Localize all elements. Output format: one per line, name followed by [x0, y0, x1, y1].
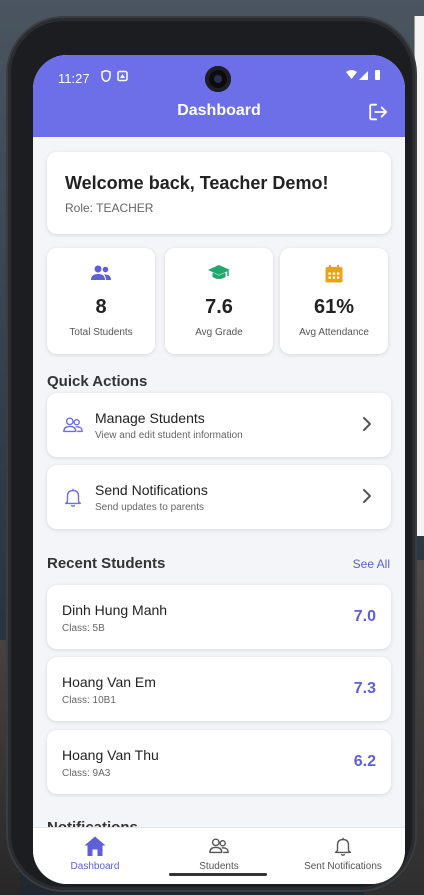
send-notifications-button[interactable]: Send Notifications Send updates to paren… [47, 465, 391, 529]
bell-outline-icon [334, 837, 352, 856]
student-name: Hoang Van Thu [62, 747, 159, 763]
chevron-right-icon [363, 417, 371, 431]
action-subtitle: Send updates to parents [95, 502, 204, 513]
chevron-right-icon [363, 489, 371, 503]
student-name: Hoang Van Em [62, 674, 156, 690]
quick-actions-heading: Quick Actions [47, 373, 148, 390]
action-title: Send Notifications [95, 482, 208, 498]
nav-label: Dashboard [70, 861, 120, 872]
student-grade: 7.3 [353, 680, 376, 697]
app-header: 11:27 Dashboard [33, 55, 405, 137]
stat-value: 8 [95, 296, 107, 318]
home-icon [84, 836, 106, 856]
stat-card-avg-grade: 7.6 Avg Grade [165, 248, 273, 354]
student-card[interactable]: Hoang Van Em Class: 10B1 7.3 [47, 657, 391, 721]
student-card[interactable]: Dinh Hung Manh Class: 5B 7.0 [47, 585, 391, 649]
status-time: 11:27 [58, 71, 90, 86]
student-grade: 6.2 [353, 753, 376, 770]
stat-label: Total Students [69, 327, 133, 338]
calendar-icon [325, 265, 343, 283]
nav-label: Sent Notifications [304, 861, 382, 872]
student-class: Class: 10B1 [62, 695, 116, 706]
recent-students-heading: Recent Students [47, 555, 166, 572]
stat-value: 61% [313, 296, 355, 318]
student-class: Class: 9A3 [62, 768, 111, 779]
status-system-icons [345, 69, 383, 84]
welcome-card: Welcome back, Teacher Demo! Role: TEACHE… [47, 152, 391, 234]
student-name: Dinh Hung Manh [62, 602, 168, 618]
welcome-title: Welcome back, Teacher Demo! [65, 173, 329, 193]
action-subtitle: View and edit student information [95, 430, 243, 441]
bell-outline-icon [64, 488, 82, 507]
dashboard-content[interactable]: Welcome back, Teacher Demo! Role: TEACHE… [33, 137, 405, 884]
status-notification-icons [100, 69, 130, 85]
phone-frame: 11:27 Dashboard Welcome back, Teacher De… [8, 18, 415, 890]
graduation-cap-icon [208, 265, 230, 279]
app-screen: 11:27 Dashboard Welcome back, Teacher De… [33, 55, 405, 884]
wifi-signal-battery-icon [346, 70, 380, 80]
see-all-link[interactable]: See All [353, 557, 390, 571]
stat-label: Avg Grade [195, 327, 243, 338]
bottom-navigation: Dashboard Students Sent Notifications [33, 827, 405, 884]
background-window-edge [414, 16, 424, 536]
stat-label: Avg Attendance [299, 327, 369, 338]
front-camera [205, 66, 231, 92]
people-outline-icon [63, 417, 83, 433]
nav-sent-notifications[interactable]: Sent Notifications [281, 834, 405, 872]
gesture-home-indicator[interactable] [169, 873, 267, 876]
people-icon [91, 265, 111, 280]
shield-icon [101, 69, 128, 83]
nav-students[interactable]: Students [157, 834, 281, 872]
student-card[interactable]: Hoang Van Thu Class: 9A3 6.2 [47, 730, 391, 794]
stat-card-total-students: 8 Total Students [47, 248, 155, 354]
manage-students-button[interactable]: Manage Students View and edit student in… [47, 393, 391, 457]
action-title: Manage Students [95, 410, 205, 426]
user-role: Role: TEACHER [65, 201, 154, 215]
nav-dashboard[interactable]: Dashboard [33, 834, 157, 872]
student-class: Class: 5B [62, 623, 105, 634]
people-outline-icon [209, 838, 229, 854]
stat-card-avg-attendance: 61% Avg Attendance [280, 248, 388, 354]
logout-icon[interactable] [367, 101, 389, 123]
student-grade: 7.0 [353, 608, 376, 625]
page-title: Dashboard [177, 102, 261, 119]
nav-label: Students [199, 861, 239, 872]
stat-value: 7.6 [205, 296, 233, 318]
